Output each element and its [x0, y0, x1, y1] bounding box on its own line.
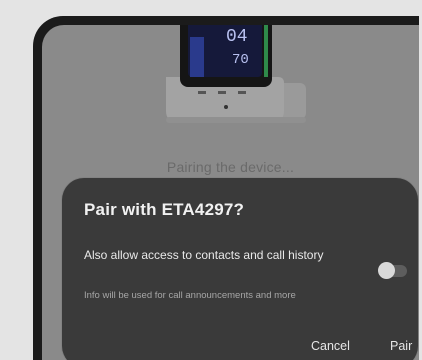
contacts-access-description: Info will be used for call announcements…	[84, 290, 296, 301]
pair-dialog: Pair with ETA4297? Also allow access to …	[62, 178, 418, 360]
toggle-knob	[378, 262, 395, 279]
dialog-title: Pair with ETA4297?	[84, 200, 245, 219]
phone-frame: 04 70 Pairing the device... Pair with ET…	[33, 16, 419, 360]
monitor-button-2	[218, 91, 226, 94]
contacts-access-label: Also allow access to contacts and call h…	[84, 248, 324, 262]
blood-pressure-monitor-illustration: 04 70	[166, 25, 306, 123]
monitor-reading-bottom: 70	[232, 52, 249, 68]
pairing-status-text: Pairing the device...	[166, 159, 295, 175]
monitor-led	[224, 105, 228, 109]
app-screen: 04 70 Pairing the device... Pair with ET…	[42, 25, 419, 360]
monitor-reading-top: 04	[226, 27, 248, 47]
cancel-button[interactable]: Cancel	[311, 339, 350, 353]
monitor-button-1	[198, 91, 206, 94]
monitor-indicator-bar	[264, 25, 268, 77]
pair-button[interactable]: Pair	[390, 339, 412, 353]
contacts-access-toggle[interactable]	[378, 262, 407, 279]
monitor-button-3	[238, 91, 246, 94]
